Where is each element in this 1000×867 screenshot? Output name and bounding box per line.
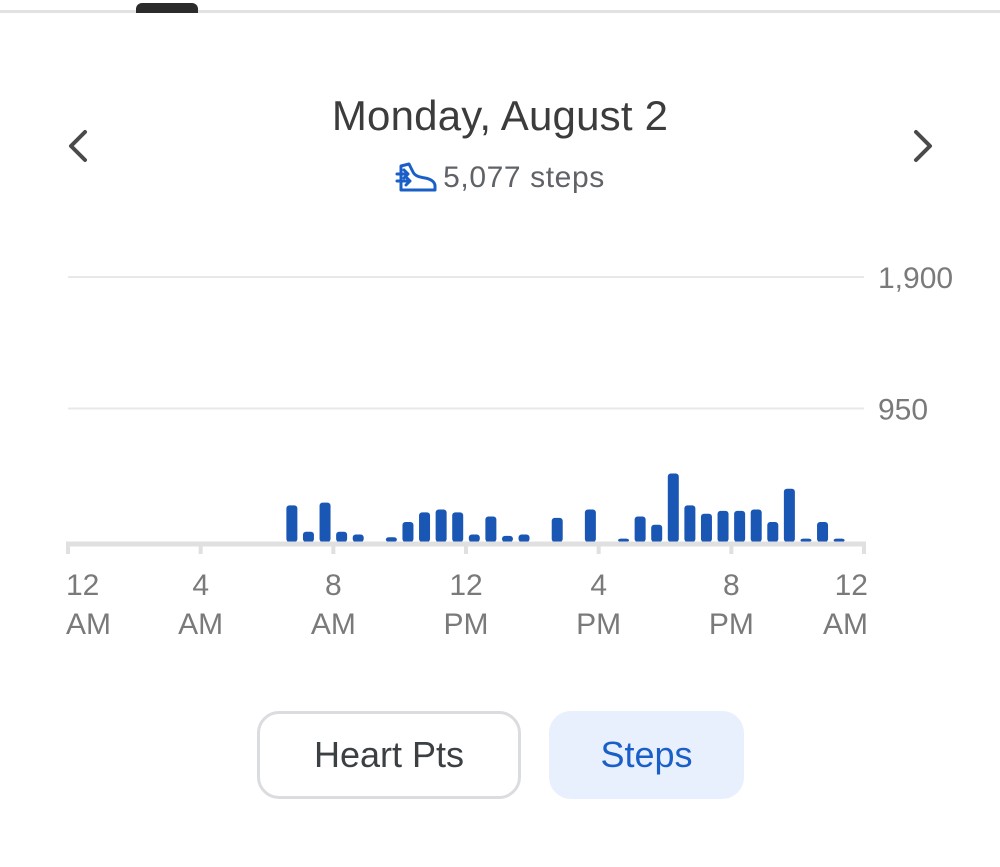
chart-bar [435,509,447,542]
chart-bar [584,509,596,542]
chart-bar [634,516,646,542]
x-tick-label: 4 [590,569,607,602]
chart-bars [286,473,845,542]
y-tick-label: 1,900 [878,262,953,295]
x-tick-label: AM [311,608,356,641]
shoe-icon [395,162,437,192]
x-tick-label: AM [178,608,223,641]
chart-bar [684,505,696,542]
chart-bar [501,535,513,542]
x-tick-label: 12 [66,569,99,602]
steps-summary: 5,077 steps [200,160,800,196]
x-tick-label: PM [576,608,621,641]
chart-bar [286,505,298,542]
chart-bar [485,516,497,542]
page-title: Monday, August 2 [331,92,669,139]
chart-bar [336,531,348,542]
x-tick-label: AM [823,608,868,641]
chart-x-axis: 12 AM 4 AM 8 AM 12 PM 4 PM 8 PM 12 AM [66,541,868,641]
chart-bar [734,510,746,542]
chart-bar [618,538,630,542]
chart-bar [385,537,397,542]
steps-chart: 1,900 950 12 AM 4 AM 8 AM 12 PM 4 PM 8 PM 12 AM [66,262,953,641]
x-tick-label: 8 [325,569,342,602]
chart-bar [833,538,845,542]
steps-tab[interactable]: Steps [549,711,744,799]
x-tick-label: PM [709,608,754,641]
chart-bar [783,488,795,542]
drag-handle[interactable] [136,3,198,13]
chart-bar [468,534,480,542]
y-tick-label: 950 [878,394,928,427]
chart-bar [551,517,563,542]
chevron-right-icon [914,130,932,162]
x-tick-label: 8 [723,569,740,602]
chart-bar [419,512,431,542]
chart-bar [319,502,331,542]
chart-bar [452,512,464,542]
chart-bar [667,473,679,542]
chart-bar [800,538,812,542]
chart-bar [700,513,712,542]
chart-bar [518,534,530,542]
previous-day-button[interactable] [50,118,106,174]
chart-bar [767,522,779,542]
x-tick-label: AM [66,608,111,641]
chart-grid: 1,900 950 [68,262,953,427]
chart-bar [750,509,762,542]
chart-bar [402,522,414,542]
steps-total: 5,077 steps [443,161,605,194]
next-day-button[interactable] [895,118,951,174]
chart-bar [651,524,663,542]
chevron-left-icon [69,130,87,162]
x-tick-label: 12 [449,569,482,602]
heart-pts-tab[interactable]: Heart Pts [257,711,521,799]
x-tick-label: PM [444,608,489,641]
chart-bar [717,510,729,542]
x-tick-label: 12 [835,569,868,602]
chart-bar [817,522,829,542]
chart-bar [302,531,314,542]
chart-bar [352,534,364,542]
x-tick-label: 4 [192,569,209,602]
